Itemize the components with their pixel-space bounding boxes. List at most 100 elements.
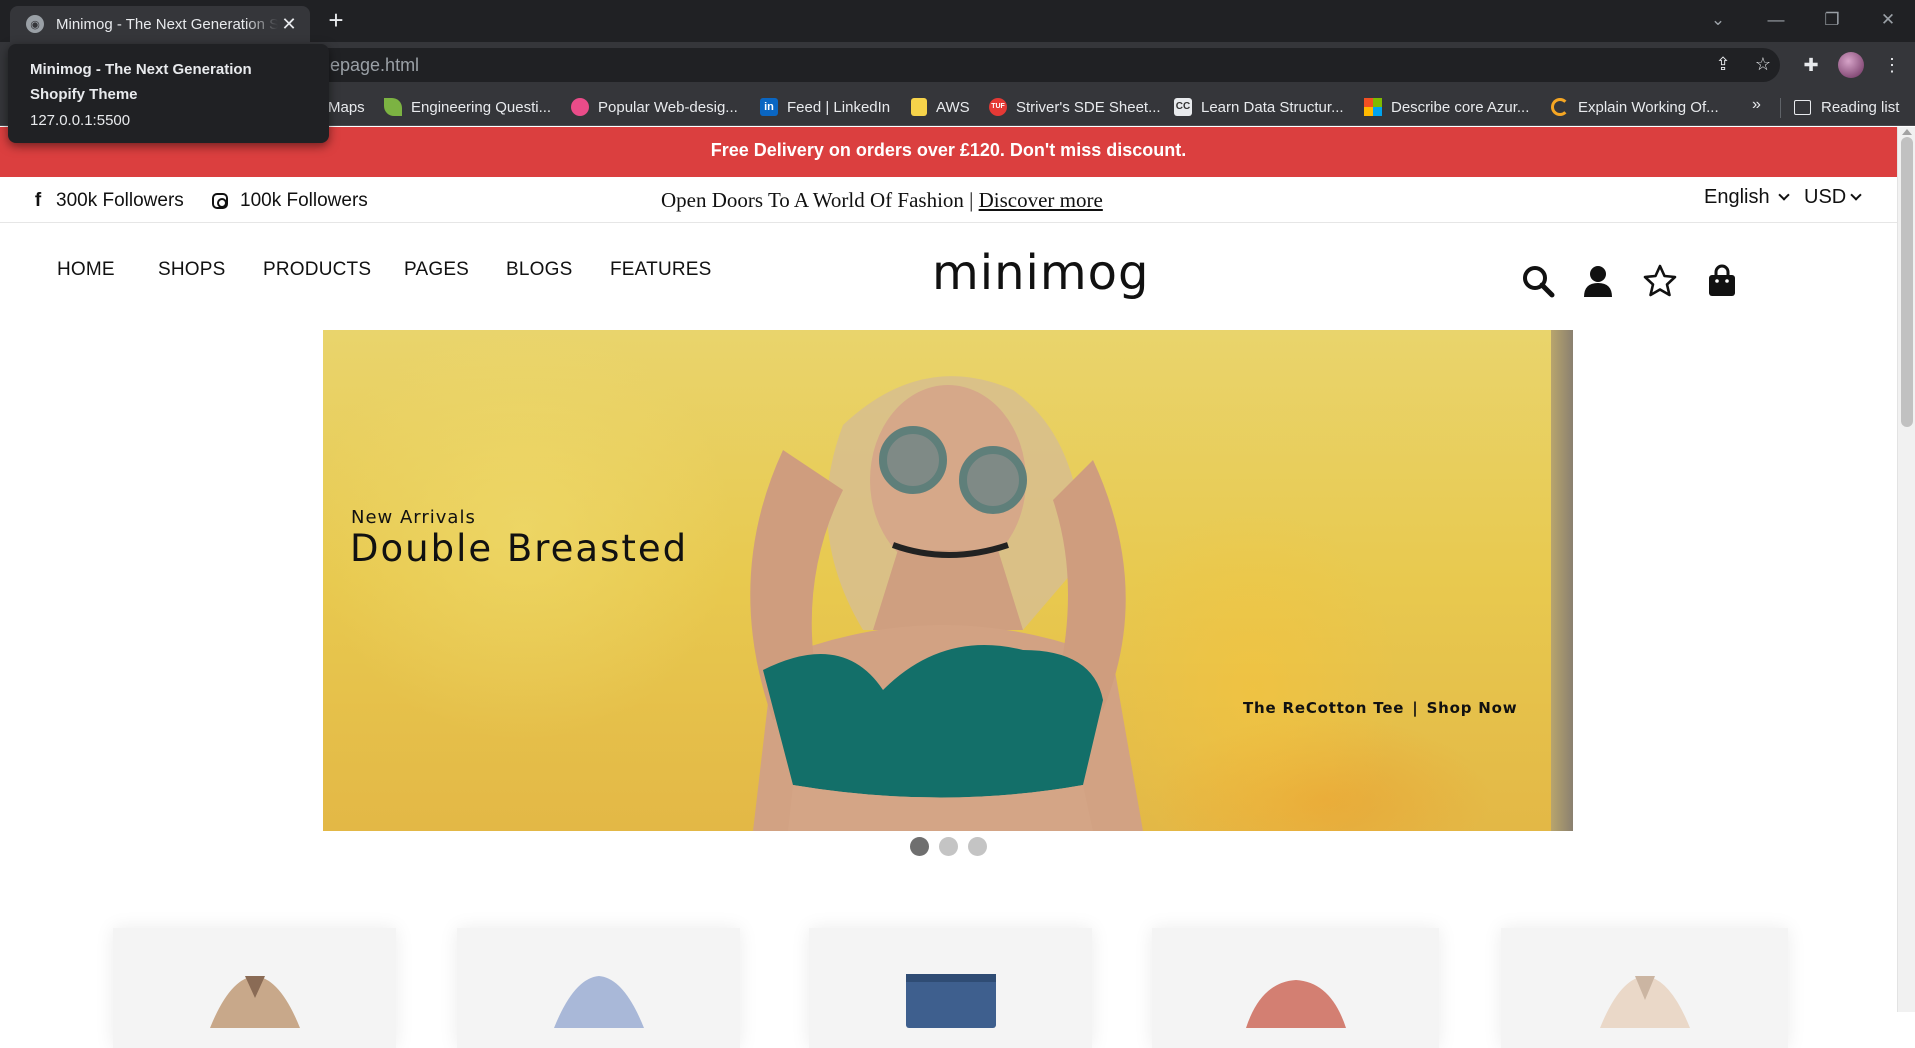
promo-text: Open Doors To A World Of Fashion | Disco…	[661, 188, 1103, 213]
wishlist-star-icon[interactable]	[1642, 263, 1678, 299]
currency-selector[interactable]: USD	[1804, 186, 1862, 209]
reading-list-icon	[1794, 99, 1811, 115]
address-bar[interactable]: epage.html ⇪ ☆	[150, 48, 1780, 82]
discover-more-link[interactable]: Discover more	[979, 188, 1103, 212]
product-image	[1599, 976, 1690, 1028]
browser-tab[interactable]: ◉ Minimog - The Next Generation Shopify …	[10, 6, 310, 42]
nav-item-features[interactable]: FEATURES	[610, 259, 712, 281]
browser-tab-bar: ◉ Minimog - The Next Generation Shopify …	[0, 0, 1915, 42]
reading-list-label: Reading list	[1821, 98, 1900, 116]
hero-model-image	[750, 376, 1143, 831]
share-icon[interactable]: ⇪	[1711, 54, 1735, 75]
folder-icon	[911, 98, 927, 116]
nav-item-products[interactable]: PRODUCTS	[263, 259, 371, 281]
globe-icon: ◉	[26, 15, 44, 33]
carousel-dot-2[interactable]	[939, 837, 958, 856]
instagram-followers: 100k Followers	[240, 190, 368, 211]
bookmark-label: Popular Web-desig...	[598, 98, 738, 116]
hero-separator: |	[1412, 699, 1419, 717]
bookmark-label: Striver's SDE Sheet...	[1016, 98, 1161, 116]
tab-search-icon[interactable]: ⌄	[1698, 6, 1738, 34]
language-selector[interactable]: English	[1704, 186, 1790, 209]
bookmarks-divider	[1780, 98, 1781, 118]
nav-item-pages[interactable]: PAGES	[404, 259, 469, 281]
bookmark-label: Describe core Azur...	[1391, 98, 1530, 116]
instagram-link[interactable]: 100k Followers	[212, 190, 368, 212]
product-card[interactable]	[1501, 928, 1788, 1048]
scrollbar-thumb[interactable]	[1901, 137, 1913, 427]
chevron-down-icon	[1777, 188, 1790, 201]
linkedin-icon: in	[760, 98, 778, 116]
hero-cta[interactable]: The ReCotton Tee | Shop Now	[1243, 699, 1517, 717]
shop-now-link[interactable]: Shop Now	[1427, 699, 1518, 717]
bookmark-aws[interactable]: AWS	[911, 94, 970, 120]
user-account-icon[interactable]	[1580, 263, 1616, 299]
bookmark-azure[interactable]: Describe core Azur...	[1364, 94, 1529, 120]
carousel-pagination	[910, 837, 987, 856]
tab-title: Minimog - The Next Generation Shopify Th…	[56, 15, 278, 33]
close-window-button[interactable]: ✕	[1868, 6, 1908, 34]
bookmark-striver[interactable]: TUF Striver's SDE Sheet...	[989, 94, 1161, 120]
hero-title: Double Breasted	[350, 527, 689, 570]
product-image	[905, 974, 996, 1028]
extensions-icon[interactable]: ✚	[1797, 50, 1825, 80]
facebook-icon: f	[34, 190, 42, 211]
reading-list-button[interactable]: Reading list	[1794, 94, 1899, 120]
currency-value: USD	[1804, 186, 1847, 208]
cc-icon: CC	[1174, 98, 1192, 116]
product-image	[553, 976, 644, 1028]
bookmark-explain[interactable]: Explain Working Of...	[1551, 94, 1719, 120]
carousel-dot-3[interactable]	[968, 837, 987, 856]
promo-message: Open Doors To A World Of Fashion |	[661, 188, 979, 212]
site-logo[interactable]: minimog	[932, 245, 1149, 301]
new-tab-button[interactable]: +	[322, 6, 350, 34]
carousel-dot-1[interactable]	[910, 837, 929, 856]
product-card[interactable]	[809, 928, 1092, 1048]
bookmark-label: Explain Working Of...	[1578, 98, 1719, 116]
more-bookmarks-button[interactable]: »	[1752, 96, 1761, 114]
bookmark-star-icon[interactable]: ☆	[1751, 54, 1775, 75]
bookmark-linkedin[interactable]: in Feed | LinkedIn	[760, 94, 890, 120]
minimize-button[interactable]: —	[1756, 6, 1796, 34]
product-grid	[0, 928, 1897, 1048]
product-card[interactable]	[1152, 928, 1439, 1048]
nav-item-blogs[interactable]: BLOGS	[506, 259, 572, 281]
bookmark-label: AWS	[936, 98, 970, 116]
hero-product-name: The ReCotton Tee	[1243, 699, 1405, 717]
bookmark-learn-ds[interactable]: CC Learn Data Structur...	[1174, 94, 1344, 120]
close-tab-icon[interactable]: ✕	[278, 14, 300, 35]
instagram-icon	[212, 193, 228, 209]
language-value: English	[1704, 186, 1770, 208]
tuf-icon: TUF	[989, 98, 1007, 116]
leaf-icon	[384, 98, 402, 116]
search-icon[interactable]	[1520, 263, 1556, 299]
restore-button[interactable]: ❐	[1812, 6, 1852, 34]
nav-item-shops[interactable]: SHOPS	[158, 259, 226, 281]
facebook-followers: 300k Followers	[56, 190, 184, 211]
topbar: f 300k Followers 100k Followers Open Doo…	[0, 177, 1897, 223]
hero-subtitle: New Arrivals	[351, 507, 476, 528]
refresh-icon	[1551, 98, 1569, 116]
shopping-bag-icon[interactable]	[1704, 263, 1740, 299]
address-url: epage.html	[330, 55, 420, 75]
product-card[interactable]	[113, 928, 396, 1048]
menu-icon[interactable]: ⋮	[1878, 50, 1906, 80]
microsoft-icon	[1364, 98, 1382, 116]
page-scrollbar[interactable]	[1897, 127, 1915, 1012]
bookmark-label: Engineering Questi...	[411, 98, 552, 116]
facebook-link[interactable]: f 300k Followers	[30, 190, 184, 212]
nav-item-home[interactable]: HOME	[57, 259, 115, 281]
hero-edge	[1551, 330, 1573, 831]
bookmark-engineering[interactable]: Engineering Questi...	[384, 94, 551, 120]
hero-banner[interactable]: New Arrivals Double Breasted The ReCotto…	[323, 330, 1573, 831]
tab-tooltip: Minimog - The Next Generation Shopify Th…	[8, 44, 329, 143]
scroll-up-arrow[interactable]	[1902, 129, 1912, 135]
profile-avatar[interactable]	[1838, 52, 1864, 78]
bookmark-maps[interactable]: Maps	[328, 94, 365, 120]
dribbble-icon	[571, 98, 589, 116]
product-card[interactable]	[457, 928, 740, 1048]
tooltip-url: 127.0.0.1:5500	[30, 112, 131, 129]
bookmark-label: Learn Data Structur...	[1201, 98, 1344, 116]
bookmark-dribbble[interactable]: Popular Web-desig...	[571, 94, 738, 120]
bookmark-label: Maps	[328, 98, 365, 116]
